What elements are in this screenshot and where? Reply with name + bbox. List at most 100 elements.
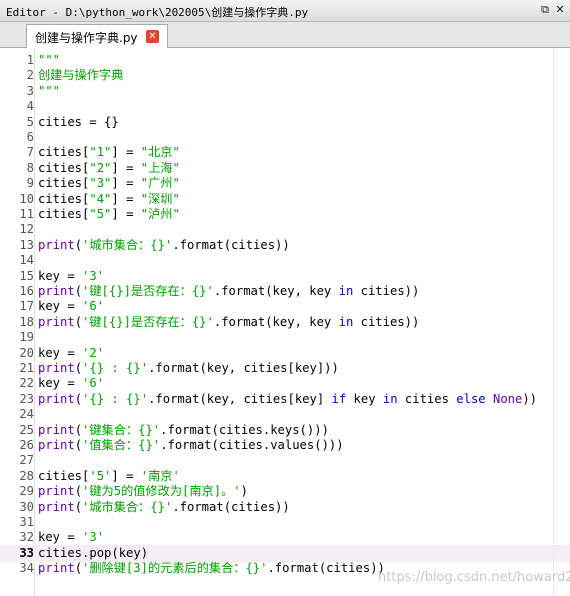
- code-token: "5": [89, 207, 112, 221]
- code-token: '3': [82, 530, 105, 545]
- code-token: "2": [89, 160, 112, 175]
- tab-bar: 创建与操作字典.py ✕ ⚙: [0, 22, 570, 64]
- code-token: cities: [397, 391, 457, 406]
- code-token: '城市集合：{}': [82, 499, 173, 514]
- code-token: "深圳": [140, 191, 180, 206]
- watermark: https://blog.csdn.net/howard2005: [378, 570, 570, 585]
- code-token: '删除键[3]的元素后的集合：{}': [82, 561, 268, 576]
- code-token: cities[: [38, 160, 90, 175]
- code-token: if: [331, 391, 347, 406]
- window-title: Editor - D:\python_work\202005\创建与操作字典.p…: [6, 6, 309, 19]
- edge-line: [553, 48, 554, 596]
- code-token: ] =: [111, 145, 141, 160]
- code-token: ] =: [111, 207, 141, 221]
- code-token: cities.pop(key): [38, 545, 149, 560]
- code-token: "4": [89, 191, 112, 206]
- code-token: '{} : {}': [82, 361, 149, 375]
- code-token: key =: [38, 530, 83, 545]
- code-token: .format(cities)): [172, 499, 290, 514]
- code-token: key =: [38, 268, 83, 283]
- line-number: 34: [19, 561, 34, 576]
- code-token: print: [38, 284, 75, 298]
- code-token: print: [38, 499, 75, 514]
- code-token: (: [74, 314, 83, 329]
- code-token: "1": [89, 145, 112, 160]
- code-token: (: [74, 422, 83, 437]
- code-token: (: [74, 237, 83, 252]
- code-token: print: [38, 438, 75, 452]
- close-icon[interactable]: ✕: [553, 3, 567, 17]
- code-token: '键[{}]是否存在：{}': [82, 284, 214, 298]
- code-token: print: [38, 314, 75, 329]
- code-token: in: [338, 314, 354, 329]
- code-token: cities[: [38, 207, 90, 221]
- code-token: print: [38, 484, 75, 499]
- tab-label: 创建与操作字典.py: [35, 31, 138, 45]
- code-token: cities[: [38, 176, 90, 191]
- code-token: '5': [89, 468, 112, 483]
- code-text: print('删除键[3]的元素后的集合：{}'.format(cities)): [38, 560, 385, 577]
- code-token: print: [38, 237, 75, 252]
- code-token: else: [456, 391, 486, 406]
- code-token: (: [74, 361, 83, 375]
- code-token: .format(key, cities[key])): [148, 361, 339, 375]
- code-token: "泸州": [140, 207, 180, 221]
- code-token: "3": [89, 176, 112, 191]
- code-token: """: [38, 83, 61, 98]
- code-token: in: [382, 391, 398, 406]
- code-token: print: [38, 361, 75, 375]
- code-token: ] =: [111, 191, 141, 206]
- code-token: cities[: [38, 145, 90, 160]
- editor-title-bar: Editor - D:\python_work\202005\创建与操作字典.p…: [0, 0, 570, 22]
- code-token: )): [522, 391, 538, 406]
- code-token: None: [492, 391, 523, 406]
- tab-file[interactable]: 创建与操作字典.py ✕: [26, 24, 168, 48]
- code-token: key =: [38, 376, 83, 391]
- code-token: """: [38, 53, 61, 67]
- code-token: ] =: [111, 176, 141, 191]
- code-token: cities[: [38, 468, 90, 483]
- code-editor[interactable]: 1 """ 2 创建与操作字典 3 """ 4 5 cities = {} 6 7 cities["1…: [0, 48, 570, 596]
- code-token: cities)): [353, 314, 420, 329]
- code-token: print: [38, 561, 75, 576]
- code-token: "广州": [140, 176, 180, 191]
- code-token: .format(cities.values())): [160, 438, 344, 452]
- code-token: (: [74, 391, 83, 406]
- code-token: (: [74, 438, 83, 452]
- code-token: 创建与操作字典: [38, 68, 124, 83]
- code-token: .format(cities.keys())): [160, 422, 329, 437]
- code-token: key =: [38, 299, 83, 314]
- code-token: '值集合：{}': [82, 438, 161, 452]
- code-token: ] =: [111, 160, 141, 175]
- code-token: '键为5的值修改为[南京]。': [82, 484, 241, 499]
- code-token: .format(key, cities[key]: [148, 391, 332, 406]
- code-token: "北京": [140, 145, 180, 160]
- code-token: print: [38, 422, 75, 437]
- code-token: ): [240, 484, 248, 499]
- code-token: (: [74, 284, 83, 298]
- code-token: cities[: [38, 191, 90, 206]
- code-token: ] =: [111, 468, 141, 483]
- code-token: cities)): [353, 284, 420, 298]
- code-token: '{} : {}': [82, 391, 149, 406]
- code-token: '3': [82, 268, 105, 283]
- code-token: (: [74, 561, 83, 576]
- code-token: key: [346, 391, 383, 406]
- code-token: '6': [82, 299, 105, 314]
- code-token: .format(cities)): [172, 237, 290, 252]
- code-token: '6': [82, 376, 105, 391]
- code-token: "上海": [140, 160, 180, 175]
- code-token: (: [74, 499, 83, 514]
- undock-icon[interactable]: ⧉: [538, 3, 552, 17]
- code-token: cities = {}: [38, 114, 119, 129]
- code-token: '键集合：{}': [82, 422, 161, 437]
- code-token: (: [74, 484, 83, 499]
- code-token: key =: [38, 345, 83, 360]
- code-token: .format(cities)): [267, 561, 385, 576]
- code-token: .format(key, key: [213, 284, 339, 298]
- close-tab-icon[interactable]: ✕: [146, 30, 159, 43]
- code-token: '2': [82, 345, 105, 360]
- code-token: .format(key, key: [213, 314, 339, 329]
- code-token: '南京': [140, 468, 180, 483]
- code-token: '键[{}]是否存在：{}': [82, 314, 214, 329]
